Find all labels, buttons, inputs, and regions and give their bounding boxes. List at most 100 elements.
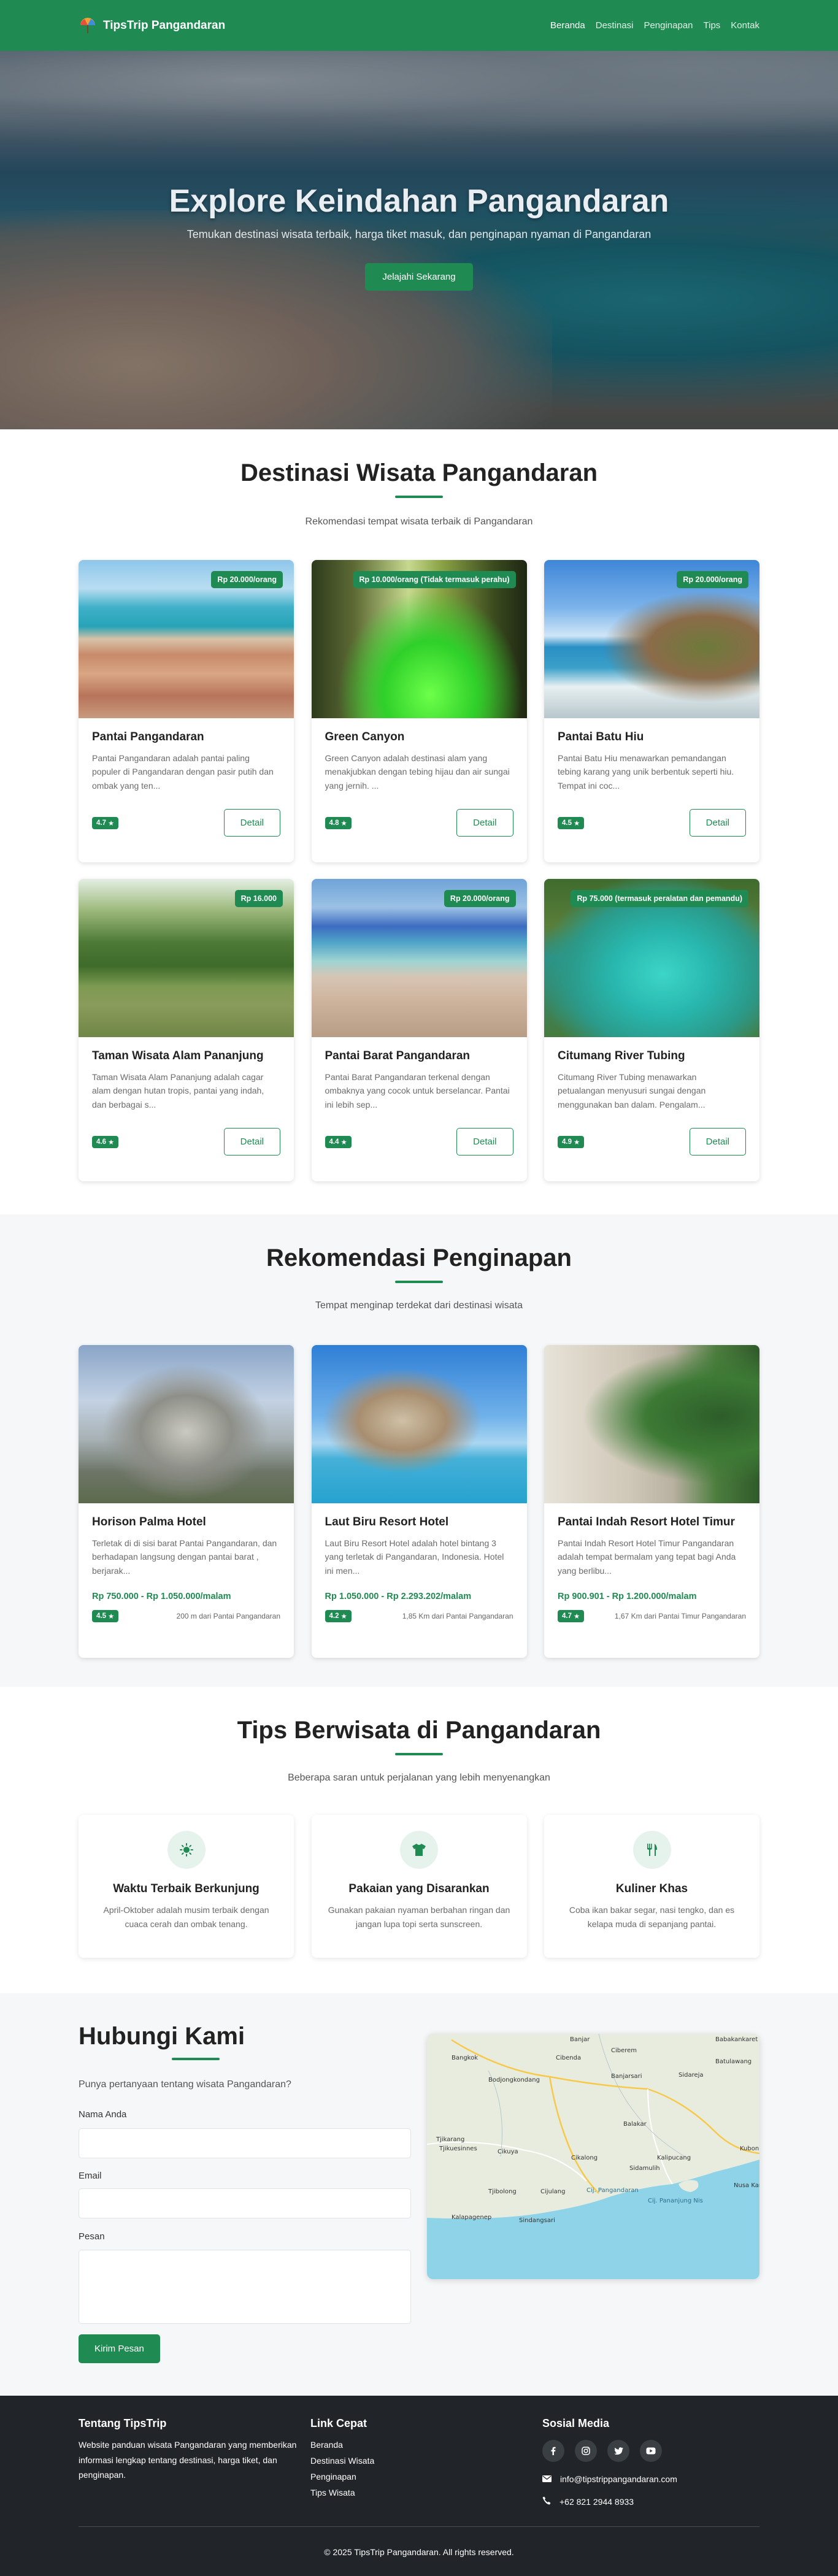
map-label: Cij. Pananjung Nis [648,2198,703,2204]
price-badge: Rp 75.000 (termasuk peralatan dan pemand… [571,890,748,907]
star-icon: ★ [340,819,347,827]
hotel-name: Horison Palma Hotel [92,1516,206,1528]
footer-phone: +62 821 2944 8933 [542,2496,759,2507]
destination-image: Rp 20.000/orang [544,560,759,718]
twitter-icon[interactable] [607,2440,629,2462]
facebook-icon[interactable] [542,2440,564,2462]
footer-link-beranda[interactable]: Beranda [310,2437,494,2453]
explore-now-button[interactable]: Jelajahi Sekarang [365,263,473,291]
map-label: Kubon [740,2145,759,2152]
hotel-price: Rp 750.000 - Rp 1.050.000/malam [92,1592,231,1601]
hotels-title: Rekomendasi Penginapan [266,1244,572,1271]
destination-card: Rp 20.000/orang Pantai Barat Pangandaran… [311,879,527,1181]
footer-divider [79,2526,759,2527]
detail-button[interactable]: Detail [689,1128,746,1156]
nav-link-kontak[interactable]: Kontak [731,20,759,31]
send-message-button[interactable]: Kirim Pesan [79,2334,160,2363]
detail-button[interactable]: Detail [456,809,513,837]
hotels-grid: Horison Palma Hotel Terletak di di sisi … [79,1345,759,1658]
hotel-card[interactable]: Laut Biru Resort Hotel Laut Biru Resort … [311,1345,527,1658]
destination-name: Citumang River Tubing [558,1049,685,1062]
tip-description: Coba ikan bakar segar, nasi tengko, dan … [569,1905,735,1930]
hero-title: Explore Keindahan Pangandaran [169,183,669,219]
star-icon: ★ [108,1613,115,1620]
destination-name: Pantai Pangandaran [92,730,204,743]
destination-image: Rp 16.000 [79,879,294,1037]
footer-link-penginapan[interactable]: Penginapan [310,2469,494,2485]
youtube-icon[interactable] [640,2440,662,2462]
hotel-name: Laut Biru Resort Hotel [325,1516,449,1528]
destination-card: Rp 20.000/orang Pantai Batu Hiu Pantai B… [544,560,759,862]
hotel-price: Rp 1.050.000 - Rp 2.293.202/malam [325,1592,472,1601]
nav-link-penginapan[interactable]: Penginapan [644,20,693,31]
price-badge: Rp 20.000/orang [444,890,516,907]
hotel-description: Terletak di di sisi barat Pantai Pangand… [92,1538,277,1576]
footer-about-title: Tentang TipsTrip [79,2417,167,2429]
nav-link-tips[interactable]: Tips [704,20,721,31]
message-textarea[interactable] [79,2250,411,2324]
contact-section: Hubungi Kami Punya pertanyaan tentang wi… [0,1993,838,2396]
map-label: Babakankaret [715,2036,758,2043]
tip-description: April-Oktober adalah musim terbaik denga… [103,1905,269,1930]
footer-about: Tentang TipsTrip Website panduan wisata … [79,2417,318,2483]
footer-social: Sosial Media info@tipstrippangandaran.co… [542,2417,759,2507]
name-input[interactable] [79,2128,411,2158]
star-icon: ★ [574,1613,580,1620]
rating-badge: 4.5 ★ [92,1610,119,1622]
rating-value: 4.5 [96,1612,106,1620]
contact-title: Hubungi Kami [79,2023,245,2050]
nav-link-destinasi[interactable]: Destinasi [596,20,634,31]
rating-value: 4.8 [329,819,339,827]
map-label: Cijulang [540,2188,565,2195]
copyright: © 2025 TipsTrip Pangandaran. All rights … [324,2547,514,2557]
destination-image: Rp 20.000/orang [311,879,527,1037]
instagram-icon[interactable] [575,2440,597,2462]
rating-badge: 4.6 ★ [92,1135,119,1148]
map-label: Kalapagenep [452,2214,491,2221]
footer-link-destinasi[interactable]: Destinasi Wisata [310,2453,494,2469]
tips-grid: Waktu Terbaik Berkunjung April-Oktober a… [79,1815,759,1958]
detail-button[interactable]: Detail [456,1128,513,1156]
footer: Tentang TipsTrip Website panduan wisata … [0,2396,838,2576]
destinations-title: Destinasi Wisata Pangandaran [240,459,598,486]
destination-card: Rp 16.000 Taman Wisata Alam Pananjung Ta… [79,879,294,1181]
destination-image: Rp 20.000/orang [79,560,294,718]
map-label: Banjarsari [611,2073,642,2080]
map-label: Cikuya [498,2149,518,2155]
star-icon: ★ [574,1138,580,1146]
detail-button[interactable]: Detail [689,809,746,837]
star-icon: ★ [574,819,580,827]
map-label: Kalipucang [657,2155,691,2161]
nav-link-beranda[interactable]: Beranda [550,20,585,31]
hotel-card[interactable]: Horison Palma Hotel Terletak di di sisi … [79,1345,294,1658]
tips-section: Tips Berwisata di Pangandaran Beberapa s… [0,1687,838,1993]
footer-link-tips[interactable]: Tips Wisata [310,2485,494,2501]
utensils-icon [632,1831,671,1869]
destination-description: Taman Wisata Alam Pananjung adalah cagar… [92,1072,264,1110]
title-underline [395,1281,443,1283]
hero-subtitle: Temukan destinasi wisata terbaik, harga … [186,228,652,240]
footer-email: info@tipstrippangandaran.com [542,2474,759,2484]
hotel-price: Rp 900.901 - Rp 1.200.000/malam [558,1592,697,1601]
rating-badge: 4.7 ★ [92,816,119,829]
hotel-description: Laut Biru Resort Hotel adalah hotel bint… [325,1538,504,1576]
tip-title: Pakaian yang Disarankan [348,1882,490,1895]
title-underline [172,2058,220,2060]
hotel-image [544,1345,759,1503]
hotel-description: Pantai Indah Resort Hotel Timur Panganda… [558,1538,736,1576]
destination-name: Green Canyon [325,730,405,743]
map-label: Bangkok [452,2055,478,2061]
star-icon: ★ [340,1138,347,1146]
email-input[interactable] [79,2188,411,2218]
destination-card: Rp 75.000 (termasuk peralatan dan pemand… [544,879,759,1181]
detail-button[interactable]: Detail [223,1128,280,1156]
location-map[interactable]: Banjar Babakankaret Ciberem Bangkok Cibe… [427,2034,759,2279]
map-label: Cibenda [556,2055,581,2061]
detail-button[interactable]: Detail [223,809,280,837]
tip-card: Waktu Terbaik Berkunjung April-Oktober a… [79,1815,294,1958]
rating-value: 4.6 [96,1138,106,1146]
nav-links: Beranda Destinasi Penginapan Tips Kontak [550,20,759,31]
hotel-card[interactable]: Pantai Indah Resort Hotel Timur Pantai I… [544,1345,759,1658]
brand[interactable]: TipsTrip Pangandaran [79,17,225,35]
price-badge: Rp 20.000/orang [677,571,748,588]
